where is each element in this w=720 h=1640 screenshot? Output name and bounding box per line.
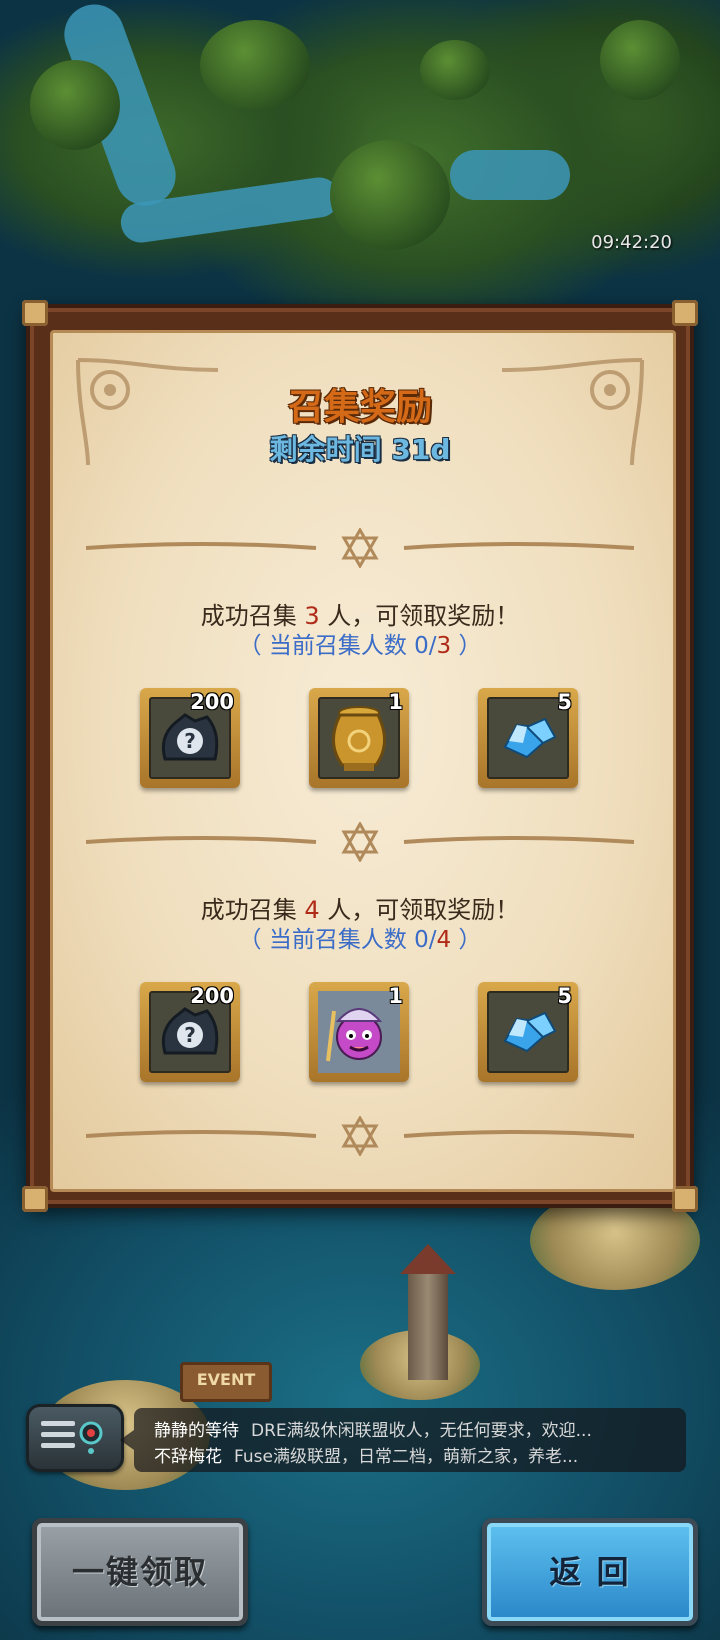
chat-message: 静静的等待 DRE满级休闲联盟收人，无任何要求，欢迎... bbox=[154, 1416, 592, 1441]
reward-count: 1 bbox=[388, 984, 403, 1008]
claim-all-button[interactable]: 一键领取 bbox=[32, 1518, 248, 1626]
reward-slot[interactable]: 1 bbox=[309, 982, 409, 1082]
divider-star-icon bbox=[86, 822, 634, 862]
event-sign[interactable]: EVENT bbox=[180, 1362, 272, 1402]
chat-preview[interactable]: 静静的等待 DRE满级休闲联盟收人，无任何要求，欢迎... 不辞梅花 Fuse满级联… bbox=[120, 1408, 686, 1472]
divider-star-icon bbox=[86, 1116, 634, 1156]
chat-message: 不辞梅花 Fuse满级联盟，日常二档，萌新之家，养老... bbox=[154, 1442, 578, 1467]
chat-icon bbox=[41, 1421, 103, 1454]
reward-count: 200 bbox=[190, 984, 234, 1008]
chat-text: Fuse满级联盟，日常二档，萌新之家，养老... bbox=[234, 1447, 579, 1467]
clock-timer: 09:42:20 bbox=[591, 232, 672, 253]
reward-count: 200 bbox=[190, 690, 234, 714]
tier-2-progress: （ 当前召集人数 0/4 ） bbox=[238, 927, 482, 953]
tier-1-progress: （ 当前召集人数 0/3 ） bbox=[238, 633, 482, 659]
chat-sender: 不辞梅花 bbox=[154, 1447, 222, 1467]
reward-slot[interactable]: 5 bbox=[478, 982, 578, 1082]
svg-text:?: ? bbox=[184, 729, 196, 753]
frame-corner bbox=[22, 300, 48, 326]
frame-corner bbox=[672, 300, 698, 326]
chat-sender: 静静的等待 bbox=[154, 1421, 239, 1441]
reward-slot[interactable]: ? 200 bbox=[140, 688, 240, 788]
divider-star-icon bbox=[86, 528, 634, 568]
back-button[interactable]: 返 回 bbox=[482, 1518, 698, 1626]
reward-count: 5 bbox=[557, 690, 572, 714]
reward-slot[interactable]: 1 bbox=[309, 688, 409, 788]
reward-slot[interactable]: 5 bbox=[478, 688, 578, 788]
frame-corner bbox=[672, 1186, 698, 1212]
svg-text:?: ? bbox=[184, 1023, 196, 1047]
frame-corner bbox=[22, 1186, 48, 1212]
reward-slot[interactable]: ? 200 bbox=[140, 982, 240, 1082]
chat-button[interactable] bbox=[26, 1404, 124, 1472]
reward-count: 1 bbox=[388, 690, 403, 714]
remaining-time: 剩余时间 31d bbox=[269, 433, 451, 466]
reward-count: 5 bbox=[557, 984, 572, 1008]
chat-text: DRE满级休闲联盟收人，无任何要求，欢迎... bbox=[251, 1421, 592, 1441]
dialog-title: 召集奖励 bbox=[287, 387, 432, 428]
